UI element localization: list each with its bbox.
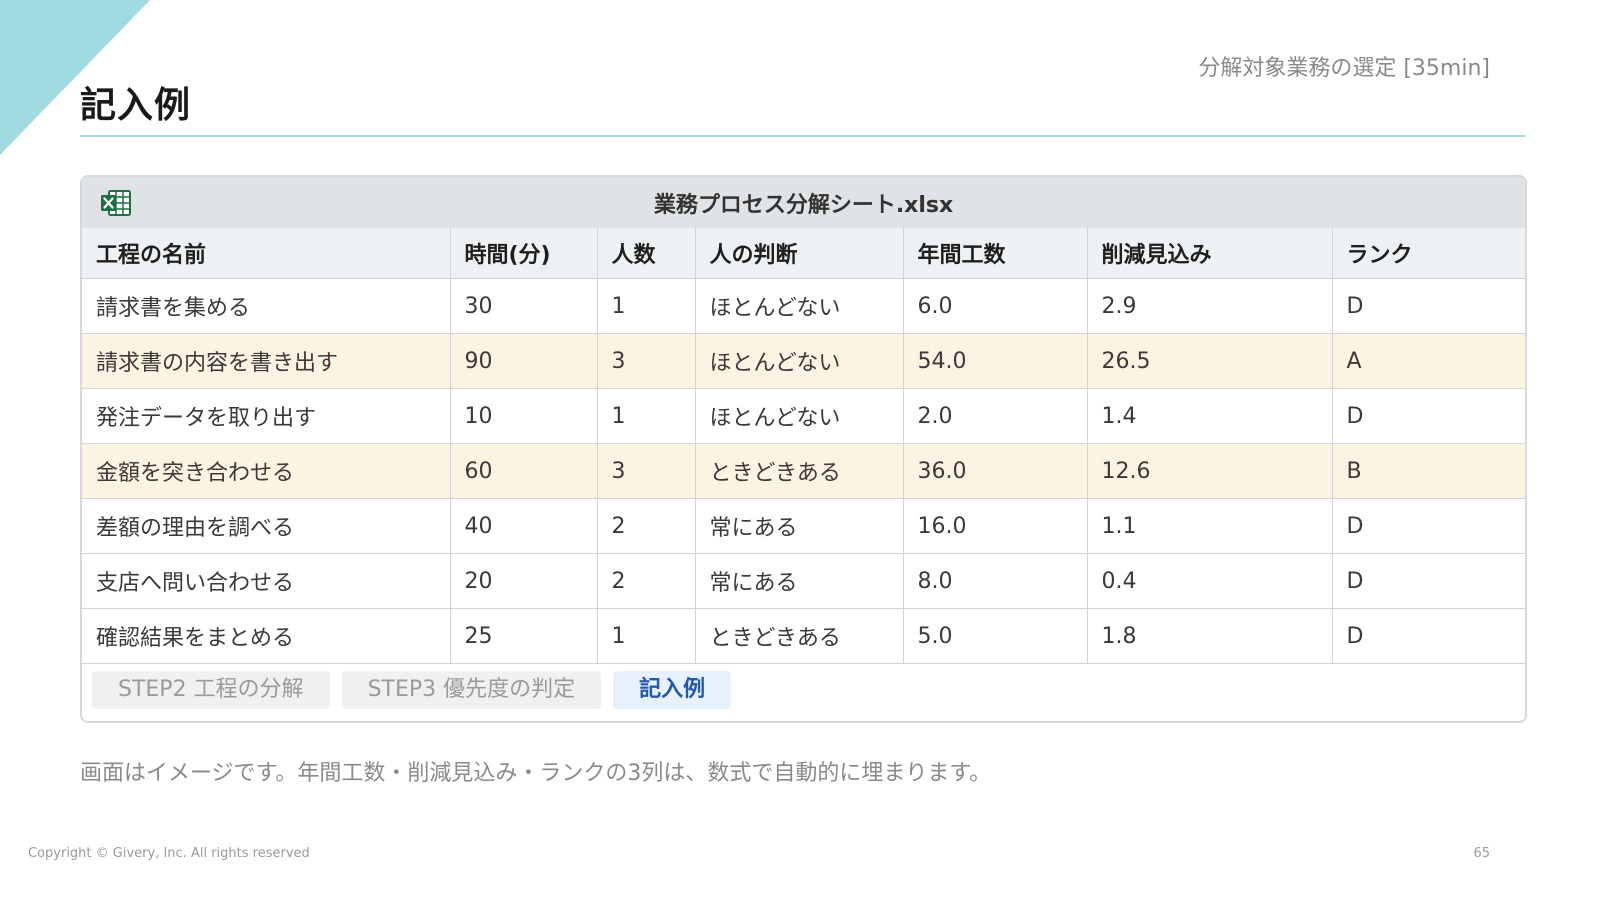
cell-rank[interactable]: D xyxy=(1332,498,1525,554)
cell-people[interactable]: 1 xyxy=(597,388,696,444)
cell-judgment[interactable]: ほとんどない xyxy=(695,388,904,444)
table-row: 支店へ問い合わせる 20 2 常にある 8.0 0.4 D xyxy=(82,553,1525,609)
spreadsheet-window: 業務プロセス分解シート.xlsx 工程の名前 時間(分) 人数 人の判断 年間工… xyxy=(80,175,1527,723)
cell-people[interactable]: 1 xyxy=(597,608,696,664)
sheet-tab-example[interactable]: 記入例 xyxy=(613,671,732,709)
cell-time[interactable]: 90 xyxy=(450,333,598,389)
table-row: 差額の理由を調べる 40 2 常にある 16.0 1.1 D xyxy=(82,498,1525,554)
page-number: 65 xyxy=(1473,846,1490,861)
column-header-rank[interactable]: ランク xyxy=(1332,228,1525,279)
spreadsheet-titlebar: 業務プロセス分解シート.xlsx xyxy=(82,177,1525,228)
cell-annual-hours[interactable]: 36.0 xyxy=(903,443,1088,499)
cell-reduction[interactable]: 1.4 xyxy=(1087,388,1333,444)
cell-rank[interactable]: B xyxy=(1332,443,1525,499)
table-header-row: 工程の名前 時間(分) 人数 人の判断 年間工数 削減見込み ランク xyxy=(82,228,1525,279)
sheet-tab-step2[interactable]: STEP2 工程の分解 xyxy=(92,671,330,709)
cell-people[interactable]: 2 xyxy=(597,498,696,554)
sheet-tab-step3[interactable]: STEP3 優先度の判定 xyxy=(341,671,602,709)
cell-time[interactable]: 40 xyxy=(450,498,598,554)
cell-annual-hours[interactable]: 16.0 xyxy=(903,498,1088,554)
cell-process-name[interactable]: 差額の理由を調べる xyxy=(82,498,451,554)
section-label: 分解対象業務の選定 [35min] xyxy=(1198,56,1490,81)
cell-people[interactable]: 2 xyxy=(597,553,696,609)
cell-people[interactable]: 3 xyxy=(597,443,696,499)
cell-time[interactable]: 60 xyxy=(450,443,598,499)
cell-process-name[interactable]: 発注データを取り出す xyxy=(82,388,451,444)
table-row: 確認結果をまとめる 25 1 ときどきある 5.0 1.8 D xyxy=(82,608,1525,664)
column-header-reduction[interactable]: 削減見込み xyxy=(1087,228,1333,279)
column-header-judgment[interactable]: 人の判断 xyxy=(695,228,904,279)
cell-process-name[interactable]: 確認結果をまとめる xyxy=(82,608,451,664)
cell-time[interactable]: 25 xyxy=(450,608,598,664)
column-header-process-name[interactable]: 工程の名前 xyxy=(82,228,451,279)
cell-rank[interactable]: D xyxy=(1332,553,1525,609)
cell-rank[interactable]: A xyxy=(1332,333,1525,389)
column-header-people[interactable]: 人数 xyxy=(597,228,696,279)
page-title: 記入例 xyxy=(80,85,192,126)
spreadsheet-filename: 業務プロセス分解シート.xlsx xyxy=(653,192,954,218)
cell-reduction[interactable]: 0.4 xyxy=(1087,553,1333,609)
table-row-highlighted: 請求書の内容を書き出す 90 3 ほとんどない 54.0 26.5 A xyxy=(82,333,1525,389)
table-row-highlighted: 金額を突き合わせる 60 3 ときどきある 36.0 12.6 B xyxy=(82,443,1525,499)
cell-reduction[interactable]: 1.1 xyxy=(1087,498,1333,554)
cell-process-name[interactable]: 請求書を集める xyxy=(82,278,451,334)
cell-time[interactable]: 30 xyxy=(450,278,598,334)
cell-annual-hours[interactable]: 54.0 xyxy=(903,333,1088,389)
cell-annual-hours[interactable]: 2.0 xyxy=(903,388,1088,444)
title-divider xyxy=(80,135,1525,137)
cell-reduction[interactable]: 2.9 xyxy=(1087,278,1333,334)
cell-process-name[interactable]: 金額を突き合わせる xyxy=(82,443,451,499)
cell-annual-hours[interactable]: 8.0 xyxy=(903,553,1088,609)
cell-annual-hours[interactable]: 5.0 xyxy=(903,608,1088,664)
cell-rank[interactable]: D xyxy=(1332,388,1525,444)
cell-rank[interactable]: D xyxy=(1332,278,1525,334)
cell-judgment[interactable]: ほとんどない xyxy=(695,333,904,389)
table-row: 請求書を集める 30 1 ほとんどない 6.0 2.9 D xyxy=(82,278,1525,334)
cell-annual-hours[interactable]: 6.0 xyxy=(903,278,1088,334)
cell-rank[interactable]: D xyxy=(1332,608,1525,664)
data-table: 工程の名前 時間(分) 人数 人の判断 年間工数 削減見込み ランク 請求書を集… xyxy=(82,228,1525,664)
cell-judgment[interactable]: ときどきある xyxy=(695,443,904,499)
excel-icon xyxy=(101,190,131,216)
cell-people[interactable]: 1 xyxy=(597,278,696,334)
cell-judgment[interactable]: ほとんどない xyxy=(695,278,904,334)
cell-process-name[interactable]: 請求書の内容を書き出す xyxy=(82,333,451,389)
cell-reduction[interactable]: 26.5 xyxy=(1087,333,1333,389)
table-row: 発注データを取り出す 10 1 ほとんどない 2.0 1.4 D xyxy=(82,388,1525,444)
cell-judgment[interactable]: ときどきある xyxy=(695,608,904,664)
cell-reduction[interactable]: 12.6 xyxy=(1087,443,1333,499)
cell-time[interactable]: 10 xyxy=(450,388,598,444)
cell-process-name[interactable]: 支店へ問い合わせる xyxy=(82,553,451,609)
cell-reduction[interactable]: 1.8 xyxy=(1087,608,1333,664)
column-header-time[interactable]: 時間(分) xyxy=(450,228,598,279)
footnote: 画面はイメージです。年間工数・削減見込み・ランクの3列は、数式で自動的に埋まりま… xyxy=(80,761,992,786)
sheet-tabs: STEP2 工程の分解 STEP3 優先度の判定 記入例 xyxy=(82,664,1525,716)
copyright: Copyright © Givery, Inc. All rights rese… xyxy=(28,846,310,861)
cell-judgment[interactable]: 常にある xyxy=(695,553,904,609)
cell-time[interactable]: 20 xyxy=(450,553,598,609)
cell-people[interactable]: 3 xyxy=(597,333,696,389)
cell-judgment[interactable]: 常にある xyxy=(695,498,904,554)
column-header-annual-hours[interactable]: 年間工数 xyxy=(903,228,1088,279)
